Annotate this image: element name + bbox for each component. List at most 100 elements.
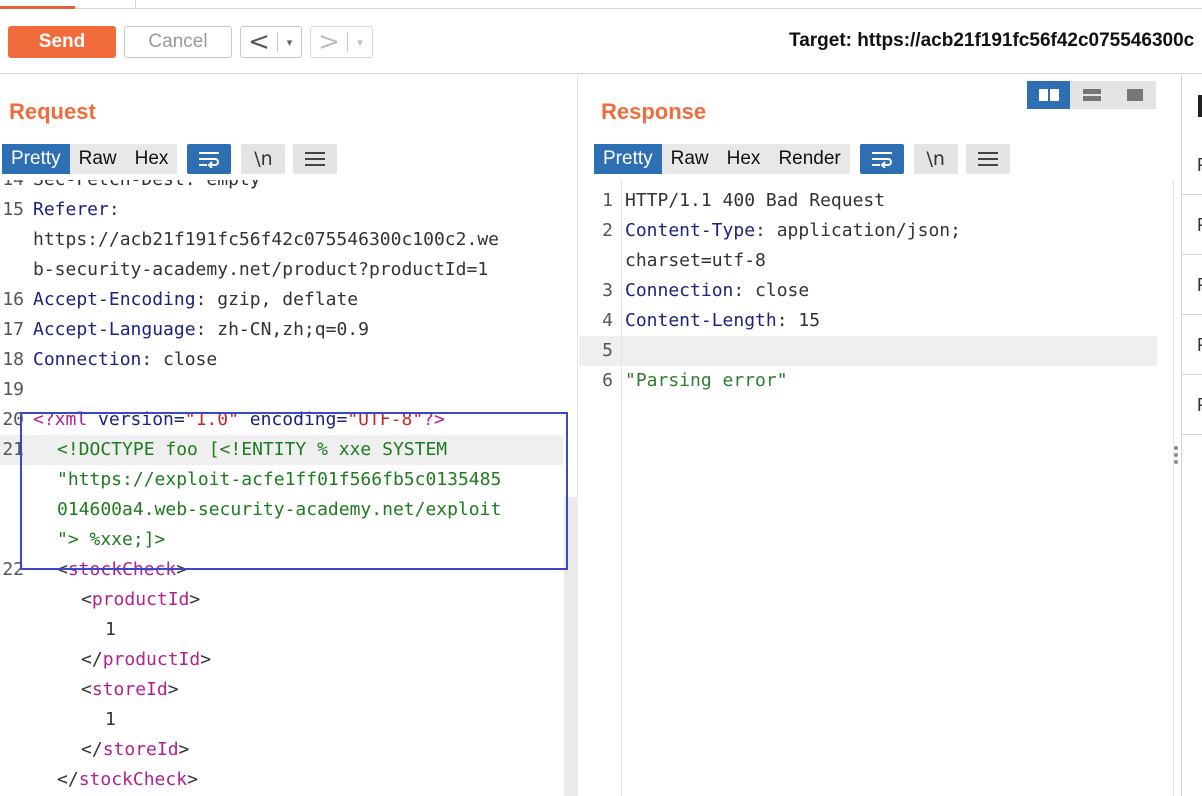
response-tab-render[interactable]: Render — [769, 144, 850, 174]
code-line: 4 Content-Length: 15 — [579, 306, 1173, 336]
cancel-button[interactable]: Cancel — [124, 26, 232, 58]
inspector-header-icon[interactable] — [1198, 95, 1202, 117]
inspector-item[interactable]: R — [1182, 255, 1202, 315]
repeater-tab-active[interactable] — [0, 0, 75, 9]
line-number: 15 — [2, 199, 24, 220]
layout-side-by-side-icon[interactable] — [1027, 81, 1070, 109]
inspector-item[interactable]: R — [1182, 315, 1202, 375]
line-content: Accept-Encoding: gzip, deflate — [33, 285, 358, 315]
inspector-item[interactable]: R — [1182, 135, 1202, 195]
code-line: 5 — [579, 336, 1157, 366]
code-line: 2 Content-Type: application/json; — [579, 216, 1173, 246]
header-value: : gzip, deflate — [195, 289, 359, 310]
line-content: </storeId> — [81, 735, 189, 765]
wrap-lines-icon[interactable] — [187, 144, 232, 174]
line-number: 4 — [602, 310, 613, 331]
burp-repeater-window: Send Cancel < ▾ > ▾ Target: https://acb2… — [0, 0, 1202, 796]
xml-bracket: </ — [57, 769, 79, 790]
header-name: Referer — [33, 199, 109, 220]
newline-toggle-icon[interactable]: \n — [913, 144, 958, 174]
forward-arrow-icon[interactable]: > — [311, 27, 347, 57]
code-line: 6 "Parsing error" — [579, 366, 1173, 396]
line-content: b-security-academy.net/product?productId… — [33, 255, 488, 285]
line-content: Content-Length: 15 — [625, 306, 820, 336]
inspector-item[interactable]: R — [1182, 375, 1202, 435]
header-value: https://acb21f191fc56f42c075546300c100c2… — [33, 229, 499, 250]
response-editor[interactable]: 1 HTTP/1.1 400 Bad Request 2 Content-Type: … — [579, 180, 1174, 796]
code-line: 15 Referer: — [0, 195, 563, 225]
line-number: 5 — [602, 340, 613, 361]
send-button[interactable]: Send — [8, 26, 116, 58]
line-content: Content-Type: application/json; — [625, 216, 961, 246]
code-line: 14 Sec-Fetch-Dest: empty — [0, 180, 563, 195]
wrap-lines-icon[interactable] — [859, 144, 904, 174]
code-line: </storeId> — [0, 735, 563, 765]
response-title: Response — [601, 99, 707, 124]
response-tab-pretty[interactable]: Pretty — [594, 144, 662, 174]
inspector-item[interactable]: R — [1182, 195, 1202, 255]
xml-bracket: > — [167, 679, 179, 700]
line-number: 3 — [602, 280, 613, 301]
inspector-item-label: R — [1197, 155, 1202, 176]
xml-bracket: > — [178, 739, 190, 760]
target-label[interactable]: Target: https://acb21f191fc56f42c0755463… — [789, 30, 1194, 52]
forward-dropdown-icon[interactable]: ▾ — [348, 27, 372, 57]
header-name: Content-Length — [625, 310, 777, 331]
history-forward-group: > ▾ — [310, 26, 373, 58]
line-content: 1 — [105, 615, 116, 645]
header-name: Accept-Language — [33, 319, 196, 340]
response-text: "Parsing error" — [625, 370, 788, 391]
xml-bracket: > — [187, 769, 198, 790]
inspector-item-label: R — [1197, 215, 1202, 236]
header-value: : zh-CN,zh;q=0.9 — [195, 319, 369, 340]
code-line: 18 Connection: close — [0, 345, 563, 375]
header-name: Connection — [33, 349, 142, 370]
layout-toggle-group — [1027, 81, 1156, 109]
code-line: 1 — [0, 705, 563, 735]
line-content: Sec-Fetch-Dest: empty — [33, 180, 261, 195]
xml-bracket: </ — [81, 649, 103, 670]
menu-icon[interactable] — [293, 144, 338, 174]
xml-text: 1 — [105, 619, 116, 640]
clipped-line: 14 Sec-Fetch-Dest: empty — [0, 180, 563, 195]
code-line: 17 Accept-Language: zh-CN,zh;q=0.9 — [0, 315, 563, 345]
response-tab-raw[interactable]: Raw — [661, 144, 718, 174]
xml-bracket: < — [81, 679, 92, 700]
inspector-strip: R R R R R — [1181, 75, 1202, 796]
header-name: Accept-Encoding — [33, 289, 196, 310]
request-tab-hex[interactable]: Hex — [125, 144, 178, 174]
response-text: : application/json; — [755, 220, 961, 241]
line-content: <productId> — [81, 585, 200, 615]
code-line: charset=utf-8 — [579, 246, 1173, 276]
response-tab-hex[interactable]: Hex — [717, 144, 770, 174]
newline-toggle-icon[interactable]: \n — [241, 144, 286, 174]
xml-tag-name: storeId — [102, 739, 179, 760]
code-line: 1 HTTP/1.1 400 Bad Request — [579, 186, 1173, 216]
line-content: Connection: close — [625, 276, 809, 306]
line-content: 1 — [105, 705, 116, 735]
xml-bracket: > — [189, 589, 201, 610]
line-number: 2 — [602, 220, 613, 241]
code-line: b-security-academy.net/product?productId… — [0, 255, 563, 285]
line-number: 14 — [0, 180, 24, 195]
response-gutter-divider — [621, 180, 622, 796]
layout-tabbed-icon[interactable] — [1113, 81, 1156, 109]
response-text: : 15 — [776, 310, 821, 331]
request-title: Request — [9, 99, 96, 124]
xml-bracket: < — [81, 589, 92, 610]
repeater-tab[interactable] — [76, 0, 136, 9]
menu-icon[interactable] — [965, 144, 1010, 174]
header-value: b-security-academy.net/product?productId… — [33, 259, 489, 280]
layout-stacked-icon[interactable] — [1070, 81, 1113, 109]
line-content: <storeId> — [81, 675, 179, 705]
back-arrow-icon[interactable]: < — [241, 27, 277, 57]
line-content: https://acb21f191fc56f42c075546300c100c2… — [33, 225, 499, 255]
back-dropdown-icon[interactable]: ▾ — [278, 27, 301, 57]
line-number: 6 — [602, 370, 613, 391]
line-number: 16 — [2, 289, 24, 310]
xml-bracket: > — [200, 649, 212, 670]
request-tab-pretty[interactable]: Pretty — [2, 144, 70, 174]
line-content: Connection: close — [33, 345, 217, 375]
pane-splitter-handle[interactable] — [1173, 446, 1179, 464]
request-tab-raw[interactable]: Raw — [69, 144, 126, 174]
